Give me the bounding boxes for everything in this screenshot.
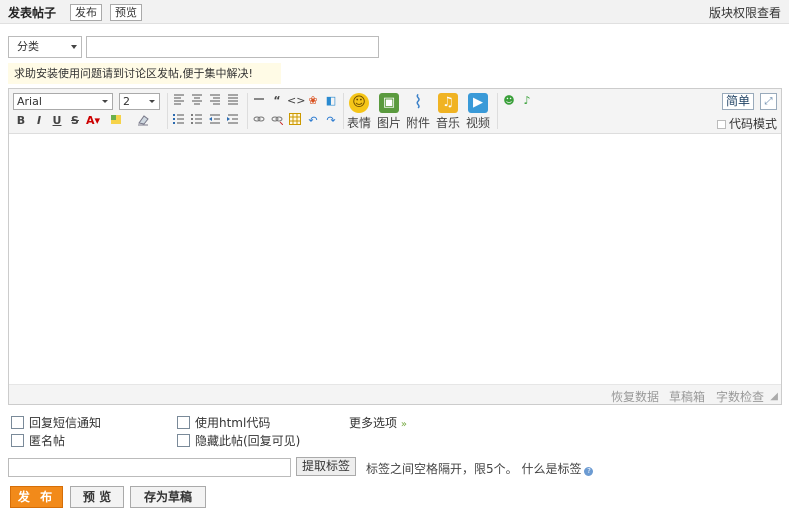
unordered-list-icon[interactable] bbox=[189, 113, 205, 129]
clear-format-icon[interactable] bbox=[135, 113, 151, 129]
toolbar-divider bbox=[247, 93, 248, 129]
unlink-icon[interactable] bbox=[269, 113, 285, 129]
toolbar-divider bbox=[343, 93, 344, 129]
hr-icon[interactable] bbox=[251, 93, 267, 109]
option-hide-post[interactable]: 隐藏此帖(回复可见) bbox=[177, 432, 300, 449]
music-note-icon: ♫ bbox=[438, 93, 458, 113]
hide-post-checkbox[interactable] bbox=[177, 434, 190, 447]
code-icon[interactable]: <> bbox=[287, 93, 305, 109]
video-button[interactable]: ▶ 视频 bbox=[464, 93, 492, 131]
chevron-down-icon: » bbox=[400, 419, 407, 430]
plugin-icon[interactable]: ☻ bbox=[501, 93, 517, 109]
underline-icon[interactable]: U bbox=[49, 113, 65, 129]
link-icon[interactable] bbox=[251, 113, 267, 129]
sms-notify-label: 回复短信通知 bbox=[29, 416, 102, 430]
board-permission-link[interactable]: 版块权限查看 bbox=[709, 4, 781, 21]
attachment-button[interactable]: ⌇ 附件 bbox=[404, 93, 432, 131]
flash-icon[interactable]: ❀ bbox=[305, 93, 321, 109]
image-button[interactable]: ▣ 图片 bbox=[375, 93, 403, 131]
anonymous-checkbox[interactable] bbox=[11, 434, 24, 447]
preview-button[interactable]: 预 览 bbox=[70, 486, 124, 508]
chevron-down-icon bbox=[71, 45, 77, 49]
code-mode-checkbox[interactable] bbox=[717, 120, 726, 129]
music-label: 音乐 bbox=[435, 116, 460, 130]
image-icon: ▣ bbox=[379, 93, 399, 113]
editor-toolbar: Arial 2 B I U S A▾ “ <> ❀ ◧ ↶ ↷ ☺ 表情 ▣ 图… bbox=[9, 89, 781, 134]
help-icon[interactable]: ? bbox=[584, 467, 594, 476]
ordered-list-icon[interactable] bbox=[171, 113, 187, 129]
notice-banner: 求助安装使用问题请到讨论区发帖,便于集中解决! bbox=[8, 63, 281, 84]
page-break-icon[interactable]: ◧ bbox=[323, 93, 339, 109]
toolbar-divider bbox=[497, 93, 498, 129]
font-family-value: Arial bbox=[17, 95, 42, 108]
image-label: 图片 bbox=[376, 116, 401, 130]
option-anonymous[interactable]: 匿名帖 bbox=[11, 432, 65, 449]
tab-publish[interactable]: 发布 bbox=[70, 4, 102, 21]
italic-icon[interactable]: I bbox=[31, 113, 47, 129]
simple-mode-button[interactable]: 简单 bbox=[722, 93, 754, 110]
audio-icon[interactable]: ♪ bbox=[519, 93, 535, 109]
align-center-icon[interactable] bbox=[189, 93, 205, 109]
rich-text-editor: Arial 2 B I U S A▾ “ <> ❀ ◧ ↶ ↷ ☺ 表情 ▣ 图… bbox=[8, 88, 782, 405]
paperclip-icon: ⌇ bbox=[413, 92, 423, 113]
font-size-value: 2 bbox=[123, 95, 130, 108]
fullscreen-icon[interactable]: ⤢ bbox=[760, 93, 777, 110]
toolbar-divider bbox=[167, 93, 168, 129]
table-icon[interactable] bbox=[287, 113, 303, 129]
option-sms-notify[interactable]: 回复短信通知 bbox=[11, 414, 101, 431]
emotion-label: 表情 bbox=[346, 116, 371, 130]
code-mode-toggle[interactable]: 代码模式 bbox=[717, 115, 777, 132]
page-title: 发表帖子 bbox=[8, 6, 57, 20]
tab-preview[interactable]: 预览 bbox=[110, 4, 142, 21]
chevron-down-icon bbox=[102, 100, 108, 103]
bold-icon[interactable]: B bbox=[13, 113, 29, 129]
category-select-value: 分类 bbox=[17, 40, 39, 53]
emotion-button[interactable]: ☺ 表情 bbox=[345, 93, 373, 131]
redo-icon[interactable]: ↷ bbox=[323, 113, 339, 129]
quote-icon[interactable]: “ bbox=[269, 93, 285, 109]
music-button[interactable]: ♫ 音乐 bbox=[434, 93, 462, 131]
outdent-icon[interactable] bbox=[207, 113, 223, 129]
publish-button[interactable]: 发 布 bbox=[10, 486, 63, 508]
align-right-icon[interactable] bbox=[207, 93, 223, 109]
font-size-select[interactable]: 2 bbox=[119, 93, 160, 110]
indent-icon[interactable] bbox=[225, 113, 241, 129]
video-icon: ▶ bbox=[468, 93, 488, 113]
draft-box-link[interactable]: 草稿箱 bbox=[669, 388, 705, 405]
editor-statusbar: 恢复数据 草稿箱 字数检查 ◢ bbox=[9, 384, 781, 404]
code-mode-label: 代码模式 bbox=[729, 117, 778, 131]
smiley-icon: ☺ bbox=[349, 93, 369, 113]
align-left-icon[interactable] bbox=[171, 93, 187, 109]
editor-content-area[interactable] bbox=[9, 134, 781, 384]
video-label: 视频 bbox=[465, 116, 490, 130]
tags-input[interactable] bbox=[8, 458, 291, 477]
resize-grip-icon[interactable]: ◢ bbox=[770, 391, 778, 402]
font-family-select[interactable]: Arial bbox=[13, 93, 113, 110]
hide-post-label: 隐藏此帖(回复可见) bbox=[195, 434, 301, 448]
more-options-label: 更多选项 bbox=[349, 416, 398, 430]
category-select[interactable]: 分类 bbox=[8, 36, 82, 58]
html-code-checkbox[interactable] bbox=[177, 416, 190, 429]
font-color-icon[interactable]: A▾ bbox=[85, 113, 101, 129]
extract-tags-button[interactable]: 提取标签 bbox=[296, 457, 356, 476]
tags-tip-text: 标签之间空格隔开，限5个。 什么是标签 bbox=[366, 462, 582, 476]
strike-icon[interactable]: S bbox=[67, 113, 83, 129]
post-title-input[interactable] bbox=[86, 36, 379, 58]
save-draft-button[interactable]: 存为草稿 bbox=[130, 486, 206, 508]
restore-data-link[interactable]: 恢复数据 bbox=[611, 388, 659, 405]
justify-icon[interactable] bbox=[225, 93, 241, 109]
more-options-link[interactable]: 更多选项 » bbox=[349, 414, 407, 431]
anonymous-label: 匿名帖 bbox=[29, 434, 66, 448]
sms-notify-checkbox[interactable] bbox=[11, 416, 24, 429]
html-code-label: 使用html代码 bbox=[195, 416, 271, 430]
tags-tip: 标签之间空格隔开，限5个。 什么是标签? bbox=[366, 460, 594, 477]
top-bar: 发表帖子 发布 预览 版块权限查看 bbox=[0, 0, 789, 24]
undo-icon[interactable]: ↶ bbox=[305, 113, 321, 129]
word-count-link[interactable]: 字数检查 bbox=[716, 388, 764, 405]
bg-color-icon[interactable] bbox=[109, 113, 125, 129]
attachment-label: 附件 bbox=[405, 116, 430, 130]
chevron-down-icon bbox=[149, 100, 155, 103]
option-html-code[interactable]: 使用html代码 bbox=[177, 414, 270, 431]
